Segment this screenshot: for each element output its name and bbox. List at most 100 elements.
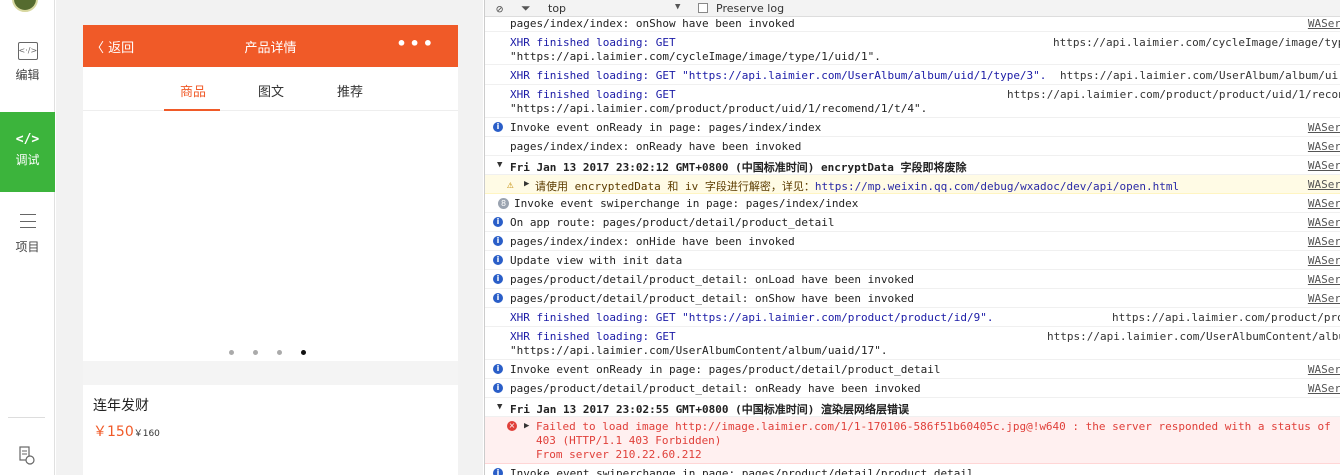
ide-toolbar: <·/> 编辑 </> 调试 项目 xyxy=(0,0,55,475)
console-source-link[interactable]: WASer xyxy=(1308,178,1340,191)
console-row: pages/index/index: onShow have been invo… xyxy=(485,17,1340,32)
console-message: XHR finished loading: GET "https://api.l… xyxy=(510,311,994,324)
toolbar-divider xyxy=(8,417,45,418)
info-icon: i xyxy=(493,274,503,284)
console-group-header[interactable]: ▼ Fri Jan 13 2017 23:02:55 GMT+0800 (中国标… xyxy=(485,398,1340,417)
preserve-log-checkbox[interactable] xyxy=(698,3,708,13)
tab-goods[interactable]: 商品 xyxy=(180,81,206,100)
console-message-cont: 403 (HTTP/1.1 403 Forbidden) xyxy=(536,434,722,447)
console-url[interactable]: https://api.laimier.com/UserAlbum/album/… xyxy=(1060,69,1338,82)
avatar[interactable] xyxy=(12,0,38,12)
console-row: XHR finished loading: GET https://api.la… xyxy=(485,33,1340,65)
console-message: Invoke event swiperchange in page: pages… xyxy=(514,197,859,210)
console-row: i pages/product/detail/product_detail: o… xyxy=(485,270,1340,289)
toolbar-debug-label: 调试 xyxy=(15,153,40,167)
toolbar-project-button[interactable]: 项目 xyxy=(0,194,55,274)
console-source-link[interactable]: WASer xyxy=(1308,159,1340,172)
expand-triangle-icon[interactable]: ▼ xyxy=(497,160,502,170)
console-message: Invoke event swiperchange in page: pages… xyxy=(510,467,974,475)
toolbar-project-label: 项目 xyxy=(15,240,40,254)
clear-console-icon[interactable]: ⊘ xyxy=(496,2,503,16)
console-message: Update view with init data xyxy=(510,254,683,267)
repeat-count-badge: 8 xyxy=(498,198,509,209)
console-message: XHR finished loading: GET xyxy=(510,88,676,101)
swiper-dot[interactable] xyxy=(253,350,258,355)
chevron-down-icon[interactable]: ▼ xyxy=(675,2,680,12)
info-icon: i xyxy=(493,293,503,303)
preserve-log-label: Preserve log xyxy=(716,2,785,15)
info-icon: i xyxy=(493,468,503,475)
product-info: 连年发财 ￥150￥160 xyxy=(83,385,458,475)
console-source-link[interactable]: WASer xyxy=(1308,254,1340,267)
edit-code-icon: <·/> xyxy=(17,42,38,60)
console-source-link[interactable]: WASer xyxy=(1308,121,1340,134)
console-source-link[interactable]: WASer xyxy=(1308,17,1340,30)
console-row: i pages/product/detail/product_detail: o… xyxy=(485,289,1340,308)
swiper-dot[interactable] xyxy=(277,350,282,355)
console-message: XHR finished loading: GET "https://api.l… xyxy=(510,69,1047,82)
list-icon xyxy=(19,214,36,228)
info-icon: i xyxy=(493,217,503,227)
toolbar-edit-button[interactable]: <·/> 编辑 xyxy=(0,30,55,110)
devtools-console: ⊘ ⏷ top ▼ Preserve log pages/index/index… xyxy=(484,0,1340,475)
filter-icon[interactable]: ⏷ xyxy=(521,1,531,16)
context-select[interactable]: top xyxy=(548,2,566,15)
console-message: pages/product/detail/product_detail: onS… xyxy=(510,292,914,305)
console-url[interactable]: https://api.laimier.com/product/product/… xyxy=(1007,88,1340,101)
tab-recommend[interactable]: 推荐 xyxy=(337,81,363,100)
product-price: ￥150￥160 xyxy=(93,421,160,441)
swiper-dot[interactable] xyxy=(229,350,234,355)
warning-link[interactable]: https://mp.weixin.qq.com/debug/wxadoc/de… xyxy=(815,180,1179,193)
swiper-dot-active[interactable] xyxy=(301,350,306,355)
nav-bar: 〈 返回 产品详情 ••• xyxy=(83,25,458,67)
console-row: i Update view with init data WASer xyxy=(485,251,1340,270)
console-row: i Invoke event onReady in page: pages/pr… xyxy=(485,360,1340,379)
console-message: pages/index/index: onHide have been invo… xyxy=(510,235,795,248)
info-icon: i xyxy=(493,364,503,374)
console-message: Invoke event onReady in page: pages/prod… xyxy=(510,363,941,376)
console-message: Invoke event onReady in page: pages/inde… xyxy=(510,121,822,134)
info-icon: i xyxy=(493,122,503,132)
console-row: XHR finished loading: GET https://api.la… xyxy=(485,85,1340,118)
tab-graphic[interactable]: 图文 xyxy=(258,81,284,100)
console-source-link[interactable]: WASer xyxy=(1308,273,1340,286)
console-message-cont: From server 210.22.60.212 xyxy=(536,448,702,461)
console-message-cont: "https://api.laimier.com/product/product… xyxy=(510,102,928,115)
expand-triangle-icon[interactable]: ▶ xyxy=(524,421,529,431)
console-warning-row: ⚠ ▶ 请使用 encryptedData 和 iv 字段进行解密，详见：htt… xyxy=(485,175,1340,194)
warning-text: 请使用 encryptedData 和 iv 字段进行解密，详见： xyxy=(535,180,815,193)
console-source-link[interactable]: WASer xyxy=(1308,363,1340,376)
console-row: XHR finished loading: GET "https://api.l… xyxy=(485,66,1340,85)
expand-triangle-icon[interactable]: ▶ xyxy=(524,179,529,189)
console-message-cont: "https://api.laimier.com/cycleImage/imag… xyxy=(510,50,881,63)
console-message: Fri Jan 13 2017 23:02:55 GMT+0800 (中国标准时… xyxy=(510,403,910,416)
console-source-link[interactable]: WASer xyxy=(1308,140,1340,153)
console-source-link[interactable]: WASer xyxy=(1308,197,1340,210)
console-row: i Invoke event onReady in page: pages/in… xyxy=(485,118,1340,137)
console-filter-bar: ⊘ ⏷ top ▼ Preserve log xyxy=(485,0,1340,17)
console-source-link[interactable]: WASer xyxy=(1308,292,1340,305)
console-row: 8 Invoke event swiperchange in page: pag… xyxy=(485,194,1340,213)
settings-icon[interactable] xyxy=(18,446,36,466)
console-message: On app route: pages/product/detail/produ… xyxy=(510,216,835,229)
console-url[interactable]: https://api.laimier.com/product/pro xyxy=(1112,311,1340,324)
console-url[interactable]: https://api.laimier.com/cycleImage/image… xyxy=(1053,36,1340,49)
expand-triangle-icon[interactable]: ▼ xyxy=(497,402,502,412)
old-price: ￥160 xyxy=(133,429,160,439)
console-url[interactable]: https://api.laimier.com/UserAlbumContent… xyxy=(1047,330,1340,343)
console-row: pages/index/index: onReady have been inv… xyxy=(485,137,1340,156)
console-message: Fri Jan 13 2017 23:02:12 GMT+0800 (中国标准时… xyxy=(510,161,967,174)
console-source-link[interactable]: WASer xyxy=(1308,235,1340,248)
more-menu-icon[interactable]: ••• xyxy=(396,34,436,53)
swiper-dots xyxy=(229,344,325,358)
console-source-link[interactable]: WASer xyxy=(1308,382,1340,395)
console-group-header[interactable]: ▼ Fri Jan 13 2017 23:02:12 GMT+0800 (中国标… xyxy=(485,156,1340,175)
console-row: i Invoke event swiperchange in page: pag… xyxy=(485,464,1340,475)
console-row: i pages/product/detail/product_detail: o… xyxy=(485,379,1340,398)
image-swiper[interactable] xyxy=(83,111,458,361)
product-name: 连年发财 xyxy=(93,398,149,414)
console-source-link[interactable]: WASer xyxy=(1308,216,1340,229)
toolbar-debug-button[interactable]: </> 调试 xyxy=(0,112,55,192)
console-row: XHR finished loading: GET https://api.la… xyxy=(485,327,1340,360)
error-icon: × xyxy=(507,421,517,431)
